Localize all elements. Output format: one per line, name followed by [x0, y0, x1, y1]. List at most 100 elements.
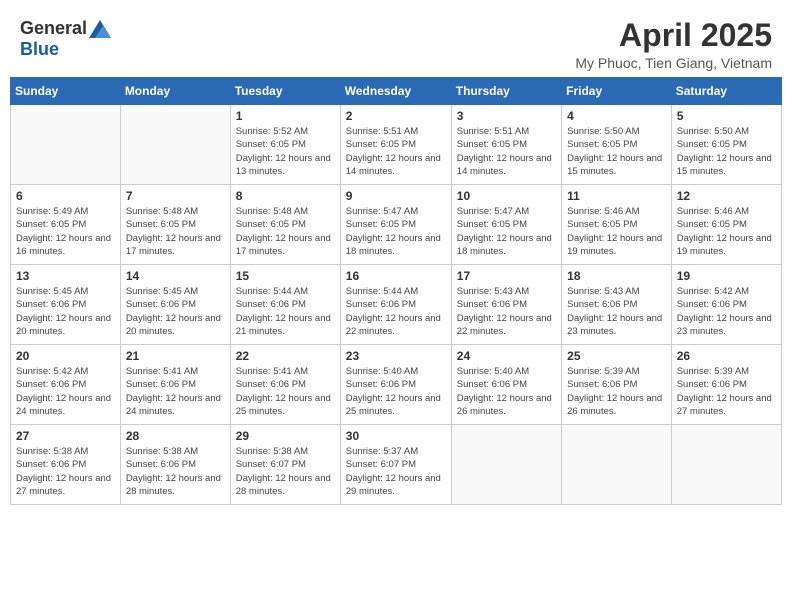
day-number: 24 — [457, 349, 556, 363]
calendar-cell: 29 Sunrise: 5:38 AM Sunset: 6:07 PM Dayli… — [230, 425, 340, 505]
day-number: 4 — [567, 109, 666, 123]
day-info: Sunrise: 5:38 AM Sunset: 6:07 PM Dayligh… — [236, 445, 335, 498]
day-number: 16 — [346, 269, 446, 283]
calendar-cell: 14 Sunrise: 5:45 AM Sunset: 6:06 PM Dayli… — [120, 265, 230, 345]
day-info: Sunrise: 5:45 AM Sunset: 6:06 PM Dayligh… — [126, 285, 225, 338]
weekday-header: Thursday — [451, 78, 561, 105]
calendar-cell: 26Sunrise: 5:39 AM Sunset: 6:06 PM Dayli… — [671, 345, 781, 425]
weekday-header: Sunday — [11, 78, 121, 105]
day-info: Sunrise: 5:42 AM Sunset: 6:06 PM Dayligh… — [677, 285, 776, 338]
calendar-cell: 10 Sunrise: 5:47 AM Sunset: 6:05 PM Dayli… — [451, 185, 561, 265]
logo-blue-text: Blue — [20, 39, 59, 60]
day-number: 21 — [126, 349, 225, 363]
calendar-table: SundayMondayTuesdayWednesdayThursdayFrid… — [10, 77, 782, 505]
day-info: Sunrise: 5:51 AM Sunset: 6:05 PM Dayligh… — [457, 125, 556, 178]
calendar-cell: 30 Sunrise: 5:37 AM Sunset: 6:07 PM Dayli… — [340, 425, 451, 505]
weekday-header: Saturday — [671, 78, 781, 105]
calendar-cell: 2 Sunrise: 5:51 AM Sunset: 6:05 PM Daylig… — [340, 105, 451, 185]
day-number: 18 — [567, 269, 666, 283]
logo-icon — [89, 20, 111, 38]
month-title: April 2025 — [575, 18, 772, 53]
day-number: 28 — [126, 429, 225, 443]
calendar-cell: 18 Sunrise: 5:43 AM Sunset: 6:06 PM Dayli… — [562, 265, 672, 345]
day-number: 11 — [567, 189, 666, 203]
day-number: 17 — [457, 269, 556, 283]
calendar-cell — [671, 425, 781, 505]
logo: General Blue — [20, 18, 111, 60]
calendar-cell: 21 Sunrise: 5:41 AM Sunset: 6:06 PM Dayli… — [120, 345, 230, 425]
day-info: Sunrise: 5:48 AM Sunset: 6:05 PM Dayligh… — [236, 205, 335, 258]
calendar-week-row: 20 Sunrise: 5:42 AM Sunset: 6:06 PM Dayli… — [11, 345, 782, 425]
calendar-cell: 16 Sunrise: 5:44 AM Sunset: 6:06 PM Dayli… — [340, 265, 451, 345]
calendar-cell: 6Sunrise: 5:49 AM Sunset: 6:05 PM Daylig… — [11, 185, 121, 265]
calendar-cell: 11 Sunrise: 5:46 AM Sunset: 6:05 PM Dayli… — [562, 185, 672, 265]
calendar-header-row: SundayMondayTuesdayWednesdayThursdayFrid… — [11, 78, 782, 105]
day-number: 1 — [236, 109, 335, 123]
day-info: Sunrise: 5:50 AM Sunset: 6:05 PM Dayligh… — [567, 125, 666, 178]
day-info: Sunrise: 5:41 AM Sunset: 6:06 PM Dayligh… — [126, 365, 225, 418]
day-info: Sunrise: 5:42 AM Sunset: 6:06 PM Dayligh… — [16, 365, 115, 418]
day-number: 14 — [126, 269, 225, 283]
day-info: Sunrise: 5:51 AM Sunset: 6:05 PM Dayligh… — [346, 125, 446, 178]
day-info: Sunrise: 5:44 AM Sunset: 6:06 PM Dayligh… — [236, 285, 335, 338]
calendar-cell — [451, 425, 561, 505]
day-number: 5 — [677, 109, 776, 123]
day-number: 12 — [677, 189, 776, 203]
calendar-cell: 23 Sunrise: 5:40 AM Sunset: 6:06 PM Dayli… — [340, 345, 451, 425]
calendar-cell: 22 Sunrise: 5:41 AM Sunset: 6:06 PM Dayli… — [230, 345, 340, 425]
calendar-week-row: 13Sunrise: 5:45 AM Sunset: 6:06 PM Dayli… — [11, 265, 782, 345]
day-info: Sunrise: 5:38 AM Sunset: 6:06 PM Dayligh… — [126, 445, 225, 498]
day-number: 30 — [346, 429, 446, 443]
logo-general-text: General — [20, 18, 87, 39]
day-number: 3 — [457, 109, 556, 123]
day-info: Sunrise: 5:45 AM Sunset: 6:06 PM Dayligh… — [16, 285, 115, 338]
calendar-cell: 8 Sunrise: 5:48 AM Sunset: 6:05 PM Daylig… — [230, 185, 340, 265]
day-number: 29 — [236, 429, 335, 443]
day-info: Sunrise: 5:50 AM Sunset: 6:05 PM Dayligh… — [677, 125, 776, 178]
calendar-cell: 24 Sunrise: 5:40 AM Sunset: 6:06 PM Dayli… — [451, 345, 561, 425]
day-number: 20 — [16, 349, 115, 363]
page-header: General Blue April 2025 My Phuoc, Tien G… — [10, 10, 782, 77]
day-number: 26 — [677, 349, 776, 363]
day-number: 10 — [457, 189, 556, 203]
day-info: Sunrise: 5:46 AM Sunset: 6:05 PM Dayligh… — [567, 205, 666, 258]
day-info: Sunrise: 5:47 AM Sunset: 6:05 PM Dayligh… — [457, 205, 556, 258]
day-info: Sunrise: 5:44 AM Sunset: 6:06 PM Dayligh… — [346, 285, 446, 338]
weekday-header: Tuesday — [230, 78, 340, 105]
day-number: 7 — [126, 189, 225, 203]
calendar-week-row: 6Sunrise: 5:49 AM Sunset: 6:05 PM Daylig… — [11, 185, 782, 265]
day-number: 15 — [236, 269, 335, 283]
calendar-cell: 20 Sunrise: 5:42 AM Sunset: 6:06 PM Dayli… — [11, 345, 121, 425]
day-info: Sunrise: 5:43 AM Sunset: 6:06 PM Dayligh… — [567, 285, 666, 338]
day-info: Sunrise: 5:49 AM Sunset: 6:05 PM Dayligh… — [16, 205, 115, 258]
calendar-week-row: 1Sunrise: 5:52 AM Sunset: 6:05 PM Daylig… — [11, 105, 782, 185]
calendar-cell — [120, 105, 230, 185]
calendar-cell: 3 Sunrise: 5:51 AM Sunset: 6:05 PM Daylig… — [451, 105, 561, 185]
day-info: Sunrise: 5:48 AM Sunset: 6:05 PM Dayligh… — [126, 205, 225, 258]
calendar-cell: 17Sunrise: 5:43 AM Sunset: 6:06 PM Dayli… — [451, 265, 561, 345]
day-info: Sunrise: 5:40 AM Sunset: 6:06 PM Dayligh… — [457, 365, 556, 418]
day-info: Sunrise: 5:46 AM Sunset: 6:05 PM Dayligh… — [677, 205, 776, 258]
calendar-cell: 9 Sunrise: 5:47 AM Sunset: 6:05 PM Daylig… — [340, 185, 451, 265]
calendar-week-row: 27Sunrise: 5:38 AM Sunset: 6:06 PM Dayli… — [11, 425, 782, 505]
day-number: 9 — [346, 189, 446, 203]
day-info: Sunrise: 5:40 AM Sunset: 6:06 PM Dayligh… — [346, 365, 446, 418]
calendar-cell: 12 Sunrise: 5:46 AM Sunset: 6:05 PM Dayli… — [671, 185, 781, 265]
day-number: 8 — [236, 189, 335, 203]
day-number: 19 — [677, 269, 776, 283]
day-info: Sunrise: 5:41 AM Sunset: 6:06 PM Dayligh… — [236, 365, 335, 418]
location-text: My Phuoc, Tien Giang, Vietnam — [575, 55, 772, 71]
calendar-cell: 15 Sunrise: 5:44 AM Sunset: 6:06 PM Dayli… — [230, 265, 340, 345]
calendar-cell: 28 Sunrise: 5:38 AM Sunset: 6:06 PM Dayli… — [120, 425, 230, 505]
weekday-header: Wednesday — [340, 78, 451, 105]
day-number: 25 — [567, 349, 666, 363]
day-number: 2 — [346, 109, 446, 123]
day-number: 22 — [236, 349, 335, 363]
day-info: Sunrise: 5:37 AM Sunset: 6:07 PM Dayligh… — [346, 445, 446, 498]
weekday-header: Monday — [120, 78, 230, 105]
day-info: Sunrise: 5:47 AM Sunset: 6:05 PM Dayligh… — [346, 205, 446, 258]
day-number: 23 — [346, 349, 446, 363]
day-info: Sunrise: 5:38 AM Sunset: 6:06 PM Dayligh… — [16, 445, 115, 498]
calendar-cell: 27Sunrise: 5:38 AM Sunset: 6:06 PM Dayli… — [11, 425, 121, 505]
calendar-cell: 19 Sunrise: 5:42 AM Sunset: 6:06 PM Dayli… — [671, 265, 781, 345]
